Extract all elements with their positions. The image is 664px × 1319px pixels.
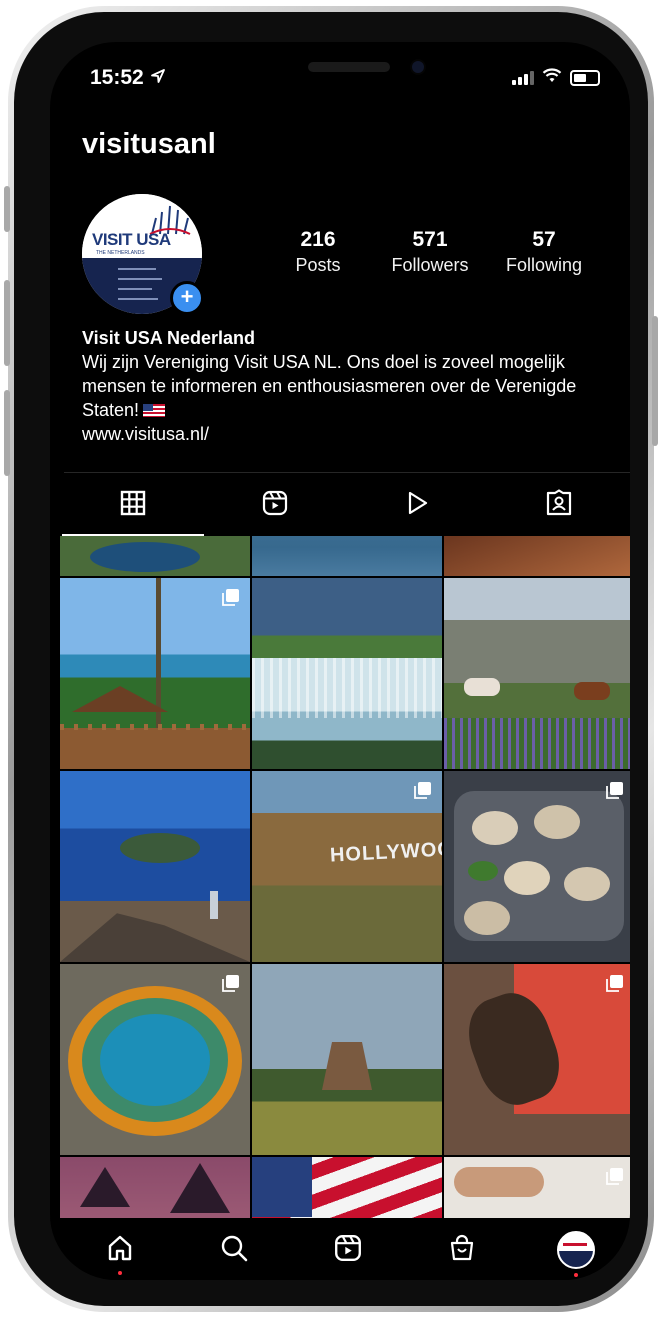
avatar-logo-text: VISIT USA xyxy=(92,230,171,249)
multi-photo-icon xyxy=(606,782,623,799)
post-thumbnail[interactable]: HOLLYWOOD xyxy=(252,771,442,962)
profile-tabs xyxy=(62,474,630,536)
battery-icon xyxy=(570,70,600,86)
avatar-subtitle: THE NETHERLANDS xyxy=(96,250,145,256)
reels-icon xyxy=(261,489,289,522)
post-thumbnail[interactable] xyxy=(60,771,250,962)
volume-down-button xyxy=(4,390,10,476)
speaker xyxy=(308,62,390,72)
post-thumbnail[interactable] xyxy=(444,536,630,576)
tabs-divider xyxy=(64,472,630,473)
cellular-signal-icon xyxy=(512,71,534,85)
post-thumbnail[interactable] xyxy=(252,964,442,1155)
followers-count[interactable]: 571 Followers xyxy=(380,228,480,276)
volume-up-button xyxy=(4,280,10,366)
post-thumbnail[interactable] xyxy=(444,771,630,962)
screen: 15:52 visitusanl VISIT USA THE NETHERLAN… xyxy=(50,42,630,1280)
tab-videos[interactable] xyxy=(346,474,488,536)
home-notification-dot xyxy=(118,1271,122,1275)
post-thumbnail[interactable] xyxy=(60,1157,250,1218)
mute-switch xyxy=(4,186,10,232)
multi-photo-icon xyxy=(606,975,623,992)
add-story-button[interactable]: + xyxy=(170,281,204,315)
post-thumbnail[interactable] xyxy=(60,964,250,1155)
bottom-navigation xyxy=(50,1218,630,1280)
posts-count[interactable]: 216 Posts xyxy=(282,228,354,276)
multi-photo-icon xyxy=(606,1168,623,1185)
post-thumbnail[interactable] xyxy=(60,536,250,576)
nav-shop[interactable] xyxy=(442,1230,482,1270)
profile-nav-avatar xyxy=(557,1231,595,1269)
location-arrow-icon xyxy=(150,66,166,90)
reels-nav-icon xyxy=(333,1233,363,1268)
profile-notification-dot xyxy=(574,1273,578,1277)
profile-bio: Visit USA Nederland Wij zijn Vereniging … xyxy=(82,326,612,446)
nav-profile[interactable] xyxy=(556,1230,596,1277)
status-icons xyxy=(512,68,600,88)
power-button xyxy=(652,316,658,446)
search-icon xyxy=(219,1233,249,1268)
post-thumbnail[interactable] xyxy=(444,578,630,769)
multi-photo-icon xyxy=(222,975,239,992)
nav-search[interactable] xyxy=(214,1230,254,1270)
nav-home[interactable] xyxy=(100,1230,140,1275)
tab-tagged[interactable] xyxy=(488,474,630,536)
posts-grid: HOLLYWOOD xyxy=(60,536,630,1218)
post-thumbnail[interactable] xyxy=(252,536,442,576)
status-time: 15:52 xyxy=(90,66,166,90)
nav-reels[interactable] xyxy=(328,1230,368,1270)
profile-website-link[interactable]: www.visitusa.nl/ xyxy=(82,422,612,446)
post-thumbnail[interactable] xyxy=(444,1157,630,1218)
post-thumbnail[interactable] xyxy=(444,964,630,1155)
following-count[interactable]: 57 Following xyxy=(494,228,594,276)
home-icon xyxy=(105,1233,135,1268)
phone-frame: 15:52 visitusanl VISIT USA THE NETHERLAN… xyxy=(4,6,658,1312)
post-thumbnail[interactable] xyxy=(252,1157,442,1218)
profile-display-name: Visit USA Nederland xyxy=(82,328,256,348)
grid-icon xyxy=(120,490,146,521)
post-thumbnail[interactable] xyxy=(252,578,442,769)
tab-reels[interactable] xyxy=(204,474,346,536)
tab-posts-grid[interactable] xyxy=(62,474,204,536)
us-flag-emoji xyxy=(143,404,166,417)
shop-icon xyxy=(447,1233,477,1268)
wifi-icon xyxy=(542,68,562,88)
multi-photo-icon xyxy=(222,589,239,606)
front-camera xyxy=(412,61,424,73)
post-thumbnail[interactable] xyxy=(60,578,250,769)
profile-username[interactable]: visitusanl xyxy=(82,128,216,161)
multi-photo-icon xyxy=(414,782,431,799)
tagged-icon xyxy=(545,488,573,522)
play-icon xyxy=(403,489,431,522)
